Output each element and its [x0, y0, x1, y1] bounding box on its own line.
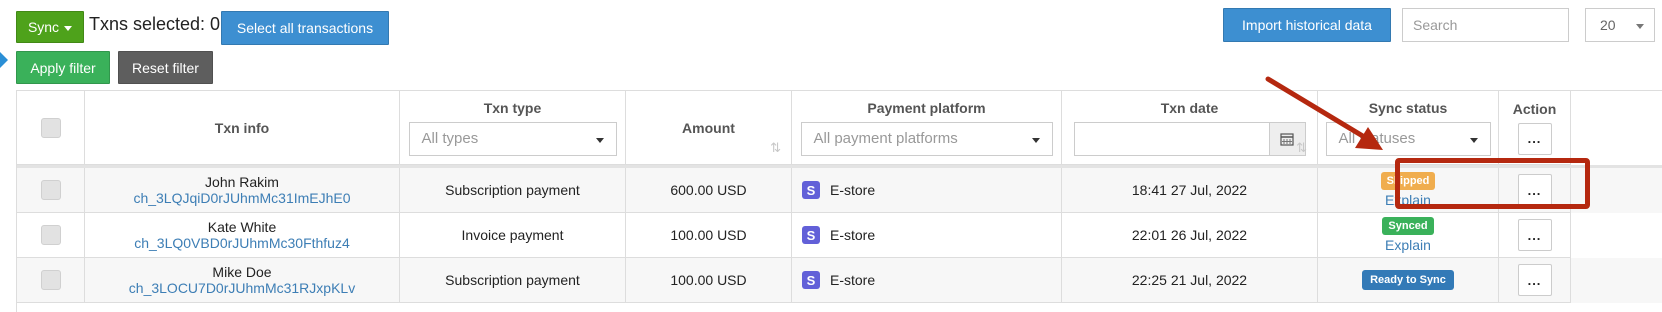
- annotation-highlight-box: [1395, 158, 1590, 209]
- annotation-arrow: [1265, 76, 1383, 150]
